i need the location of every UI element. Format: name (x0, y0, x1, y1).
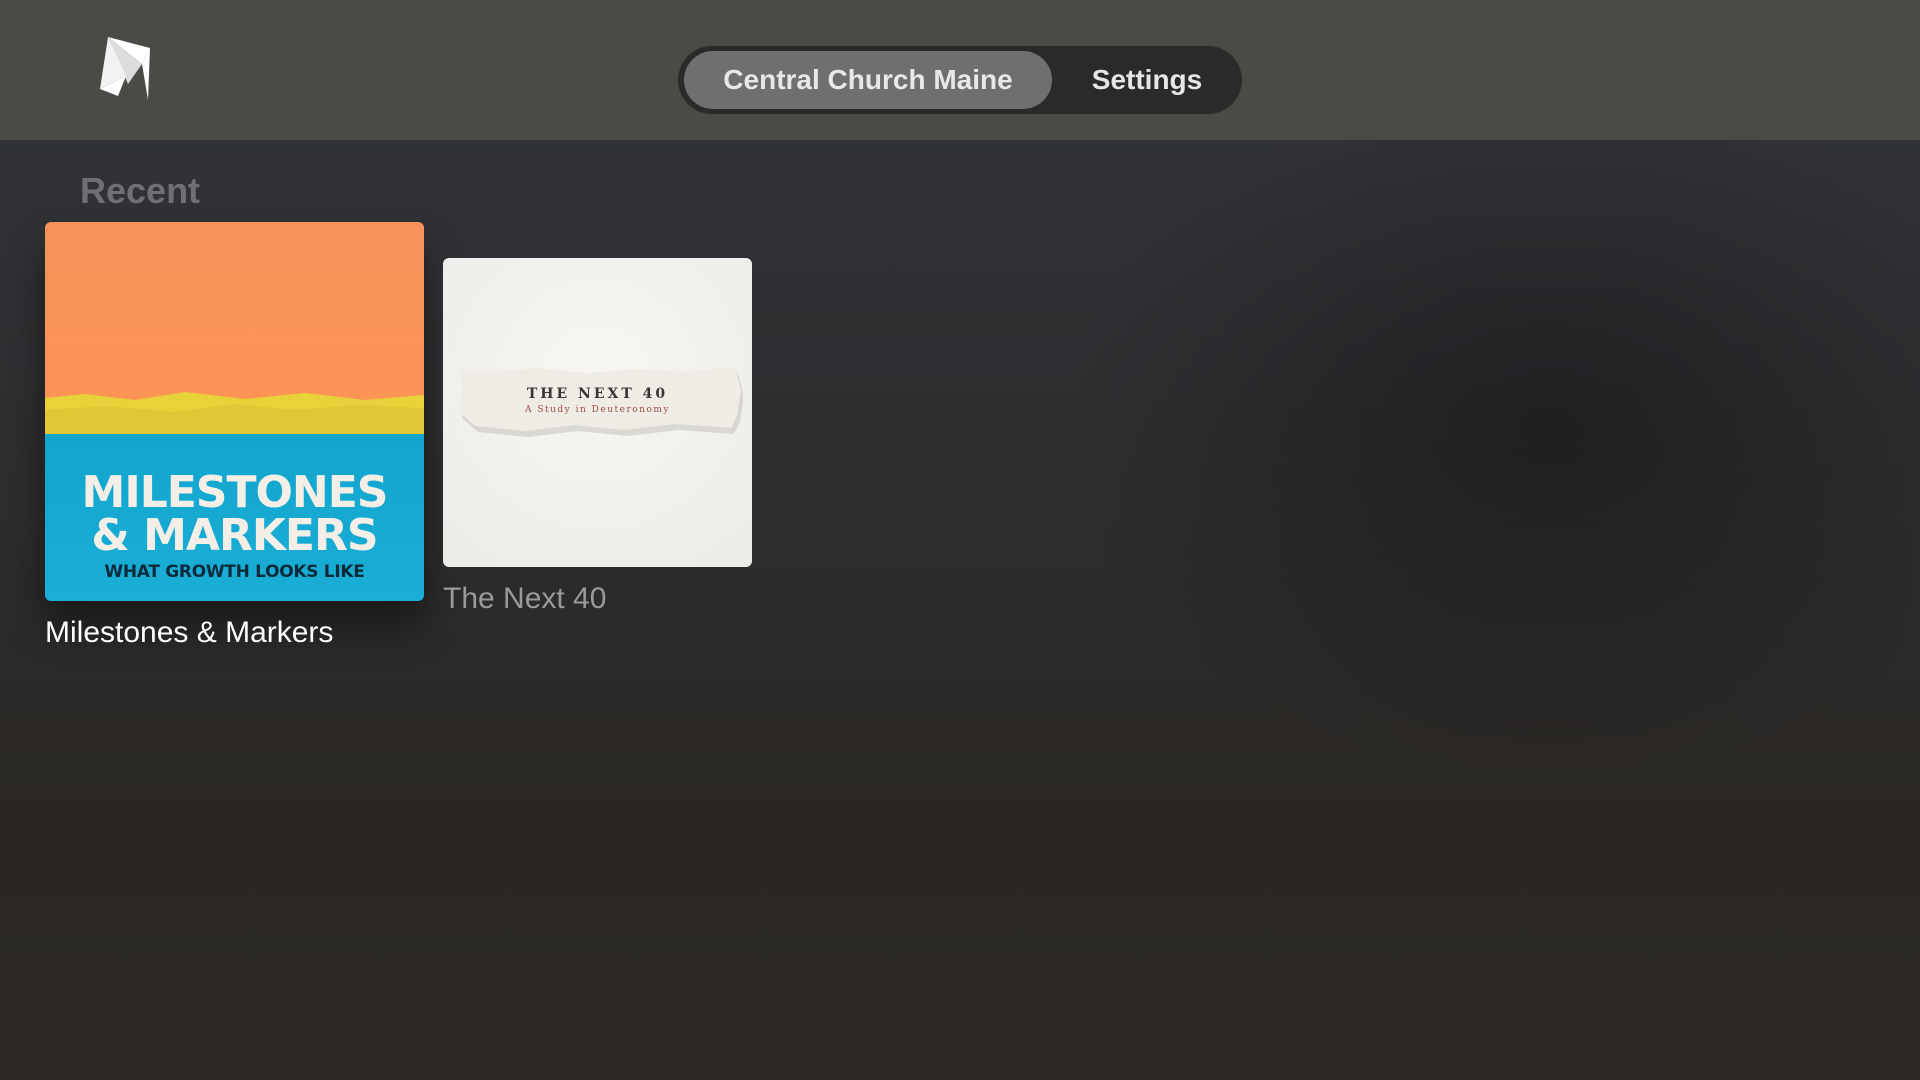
top-navigation-bar: Central Church Maine Settings (0, 0, 1920, 140)
section-title-recent: Recent (80, 170, 201, 211)
artwork-orange-band (45, 222, 424, 402)
tab-settings[interactable]: Settings (1062, 51, 1232, 109)
artwork-title: THE NEXT 40 (526, 386, 669, 402)
series-artwork: THE NEXT 40 A Study in Deuteronomy (443, 258, 752, 567)
app-logo-icon (100, 37, 150, 100)
tab-central-church-maine[interactable]: Central Church Maine (684, 51, 1052, 109)
artwork-subtitle: WHAT GROWTH LOOKS LIKE (104, 562, 365, 582)
series-artwork: MILESTONES & MARKERS WHAT GROWTH LOOKS L… (45, 222, 424, 601)
artwork-subtitle: A Study in Deuteronomy (524, 405, 671, 415)
tab-label: Settings (1091, 64, 1203, 95)
tab-bar: Central Church Maine Settings (678, 46, 1242, 114)
series-title: Milestones & Markers (45, 616, 334, 649)
artwork-title-line2: & MARKERS (91, 510, 378, 561)
series-title: The Next 40 (443, 582, 607, 615)
tab-label: Central Church Maine (723, 64, 1013, 95)
